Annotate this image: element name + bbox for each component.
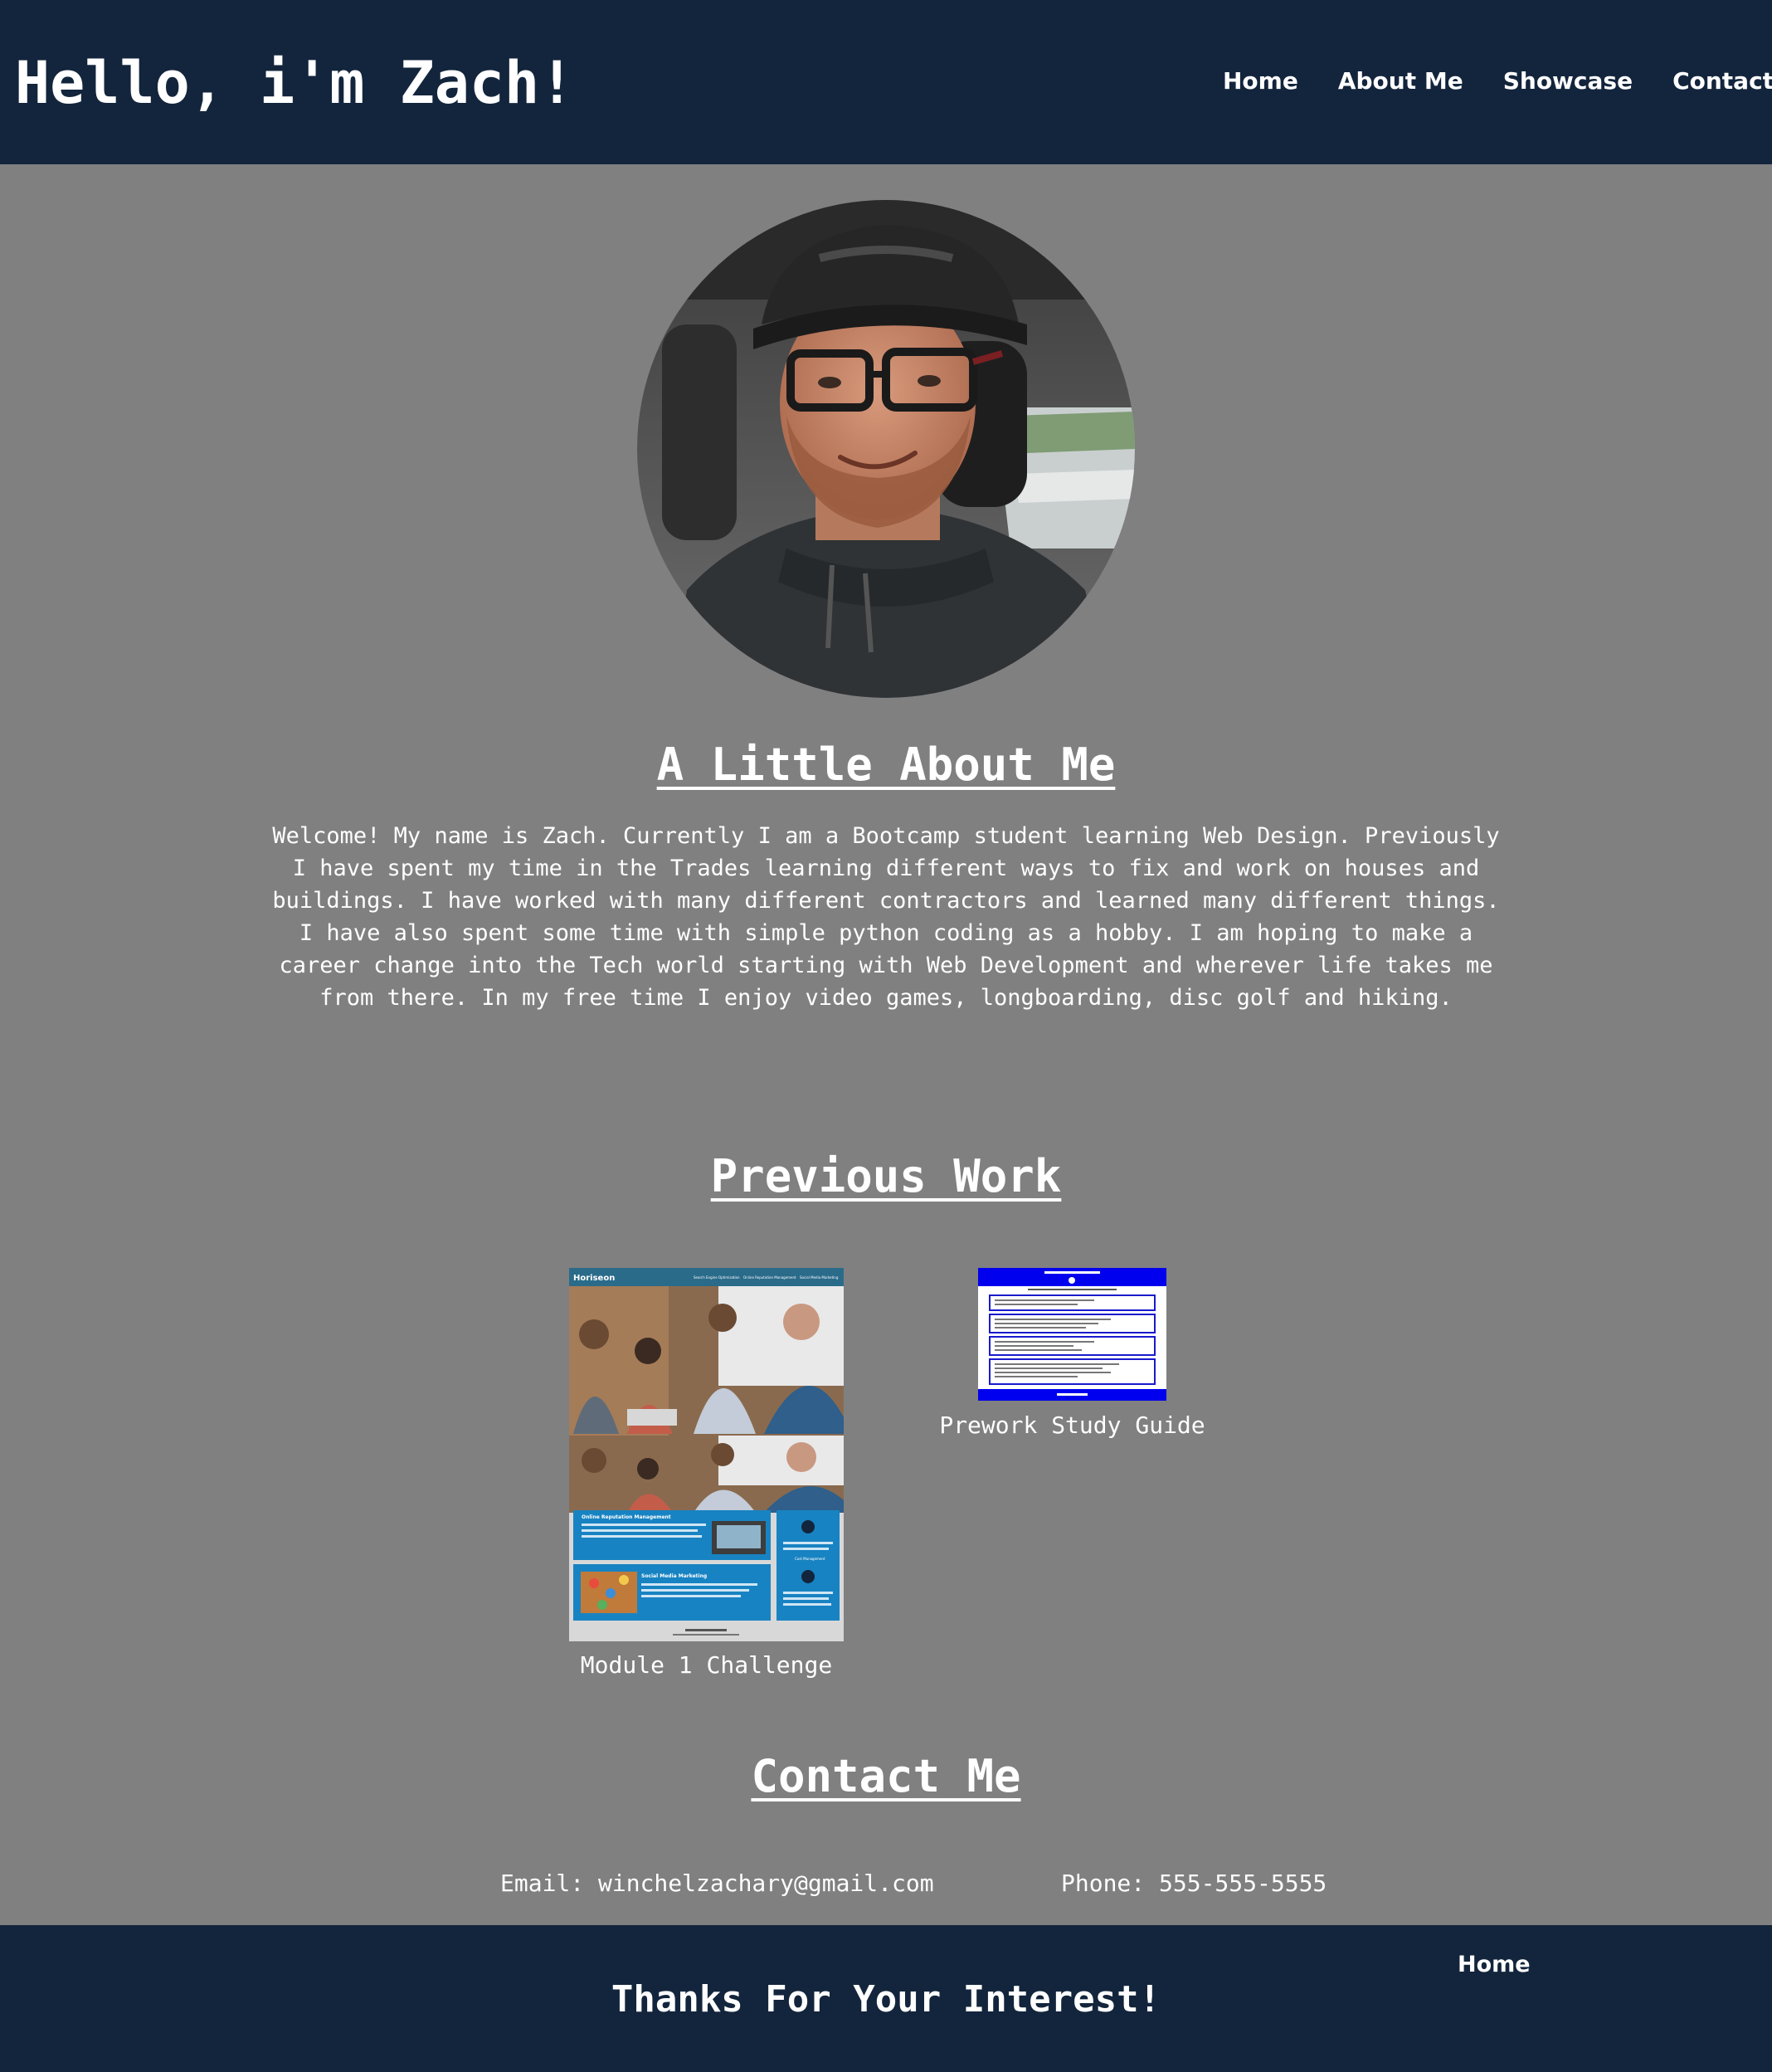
site-header: Hello, i'm Zach! Home About Me Showcase … xyxy=(0,0,1772,164)
nav-showcase-link[interactable]: Showcase xyxy=(1503,65,1633,98)
work-item-module-1[interactable]: Horiseon Search Engine Optimization Onli… xyxy=(569,1268,844,1641)
nav-contact-link[interactable]: Contact xyxy=(1672,65,1772,98)
module-1-nav-2: Online Reputation Management xyxy=(743,1275,796,1280)
contact-heading: Contact Me xyxy=(751,1750,1021,1802)
footer-message: Thanks For Your Interest! xyxy=(611,1978,1161,2021)
about-text: Welcome! My name is Zach. Currently I am… xyxy=(272,823,1500,1011)
site-title: Hello, i'm Zach! xyxy=(15,49,575,117)
module-1-brand: Horiseon xyxy=(573,1274,615,1283)
profile-photo-illustration xyxy=(637,200,1135,698)
contact-phone: Phone: 555-555-5555 xyxy=(1061,1870,1327,1897)
contact-email: Email: winchelzachary@gmail.com xyxy=(500,1870,934,1897)
module-1-card-2-title: Social Media Marketing xyxy=(641,1573,707,1579)
about-heading: A Little About Me xyxy=(656,739,1116,791)
module-1-thumbnail[interactable]: Horiseon Search Engine Optimization Onli… xyxy=(569,1268,844,1641)
module-1-nav-3: Social Media Marketing xyxy=(800,1275,839,1280)
main-nav: Home About Me Showcase Contact xyxy=(1223,65,1772,98)
footer-home-link[interactable]: Home xyxy=(1458,1950,1531,1980)
nav-home-link[interactable]: Home xyxy=(1223,65,1298,98)
work-item-prework-study-guide[interactable] xyxy=(978,1268,1166,1401)
profile-photo xyxy=(637,200,1135,698)
prework-caption: Prework Study Guide xyxy=(939,1411,1205,1439)
module-1-side-label: Cost Management xyxy=(795,1557,825,1561)
nav-about-link[interactable]: About Me xyxy=(1338,65,1463,98)
module-1-card-1-title: Online Reputation Management xyxy=(582,1514,671,1520)
previous-work-heading: Previous Work xyxy=(710,1150,1062,1202)
prework-thumbnail[interactable] xyxy=(978,1268,1166,1401)
module-1-nav-1: Search Engine Optimization xyxy=(694,1275,740,1280)
module-1-caption: Module 1 Challenge xyxy=(580,1651,833,1679)
